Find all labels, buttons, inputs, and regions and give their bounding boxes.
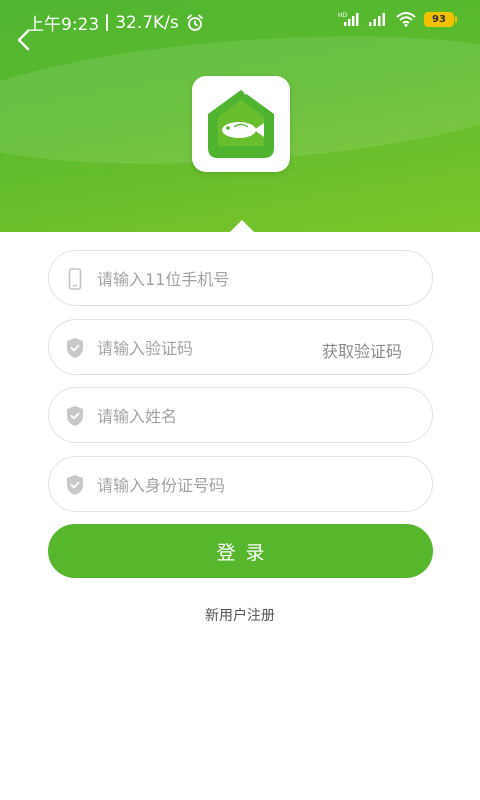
name-field[interactable] [48, 387, 433, 443]
register-link[interactable]: 新用户注册 [0, 605, 480, 625]
house-fish-logo-icon [208, 90, 274, 158]
status-right: HD 93 [338, 11, 457, 27]
phone-icon [68, 268, 82, 290]
battery-level: 93 [432, 13, 446, 25]
get-code-button[interactable]: 获取验证码 [322, 338, 402, 362]
status-separator [106, 14, 109, 31]
network-speed: 32.7K/s [115, 12, 179, 33]
header-notch [230, 220, 254, 232]
chevron-left-icon [17, 29, 30, 51]
id-number-field[interactable] [48, 456, 433, 512]
name-input[interactable] [97, 396, 337, 436]
battery-indicator: 93 [424, 11, 457, 27]
login-button[interactable]: 登录 [48, 524, 433, 578]
verification-code-field[interactable]: 获取验证码 [48, 319, 433, 375]
phone-field[interactable] [48, 250, 433, 306]
shield-icon [67, 406, 83, 426]
back-button[interactable] [10, 26, 38, 54]
wifi-icon [396, 12, 416, 27]
status-left: 上午9:23 32.7K/s [27, 10, 204, 35]
signal-icon [369, 13, 385, 26]
verification-code-input[interactable] [97, 328, 297, 368]
id-number-input[interactable] [97, 465, 337, 505]
phone-input[interactable] [97, 259, 337, 299]
shield-icon [67, 338, 83, 358]
shield-icon [67, 475, 83, 495]
signal-hd-icon: HD [338, 12, 359, 26]
app-logo [192, 76, 290, 172]
status-bar: 上午9:23 32.7K/s HD 93 [0, 0, 480, 44]
svg-text:HD: HD [338, 12, 348, 19]
alarm-clock-icon [186, 14, 203, 31]
